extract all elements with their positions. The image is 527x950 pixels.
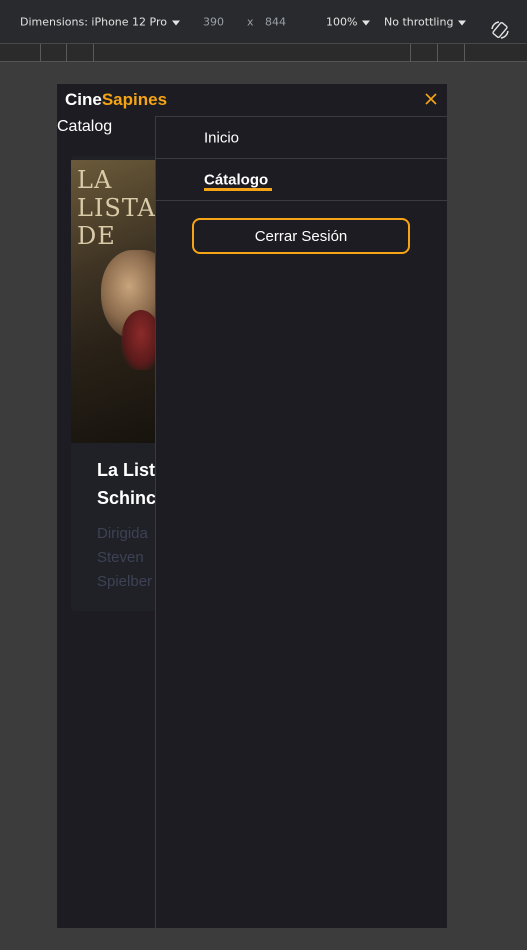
zoom-select-label: 100%	[326, 15, 358, 29]
movie-title: La List Schinc	[97, 456, 156, 512]
chevron-down-icon	[458, 20, 467, 25]
nav-drawer: Inicio Cátalogo Cerrar Sesión	[155, 116, 447, 928]
ruler-mark	[437, 44, 438, 62]
height-input[interactable]: 844	[265, 16, 286, 29]
rotate-button[interactable]	[490, 20, 510, 40]
ruler-mark	[410, 44, 411, 62]
logout-button[interactable]: Cerrar Sesión	[192, 218, 410, 254]
ruler-mark	[66, 44, 67, 62]
active-indicator	[204, 188, 272, 191]
devtools-toolbar-row: Dimensions: iPhone 12 Pro 390 x 844 100%…	[0, 0, 527, 44]
ruler-mark	[93, 44, 94, 62]
ruler-mark	[464, 44, 465, 62]
movie-title-line1: La List	[97, 460, 156, 480]
movie-director-line1: Dirigida	[97, 525, 148, 542]
devtools-device-toolbar: Dimensions: iPhone 12 Pro 390 x 844 100%…	[0, 0, 527, 62]
rotate-icon	[491, 21, 509, 39]
chevron-down-icon	[171, 20, 180, 25]
movie-title-line2: Schinc	[97, 488, 157, 508]
app-header: CineSapines	[57, 84, 447, 116]
phone-viewport: CineSapines Catalog LA LISTA DE La List …	[57, 84, 447, 928]
media-query-ruler	[0, 44, 527, 62]
brand-part2: Sapines	[101, 90, 168, 109]
ruler-mark	[40, 44, 41, 62]
close-menu-button[interactable]	[423, 91, 439, 107]
movie-director: Dirigida Steven Spielber	[97, 522, 152, 594]
device-select-label: Dimensions: iPhone 12 Pro	[20, 15, 167, 29]
chevron-down-icon	[362, 20, 371, 25]
dimension-separator: x	[247, 15, 254, 29]
brand-logo[interactable]: CineSapines	[65, 90, 167, 110]
throttling-select[interactable]: No throttling	[384, 15, 467, 29]
movie-director-line3: Spielber	[97, 573, 153, 590]
page-title: Catalog	[57, 118, 113, 135]
brand-part1: Cine	[65, 90, 102, 109]
movie-director-line2: Steven	[97, 549, 144, 566]
nav-item-inicio[interactable]: Inicio	[156, 117, 447, 159]
zoom-select[interactable]: 100%	[326, 15, 371, 29]
throttling-select-label: No throttling	[384, 15, 454, 29]
nav-item-catalogo[interactable]: Cátalogo	[156, 159, 447, 201]
device-select[interactable]: Dimensions: iPhone 12 Pro	[20, 16, 180, 29]
nav-item-label: Inicio	[204, 129, 240, 146]
width-input[interactable]: 390	[203, 16, 224, 29]
nav-item-label: Cátalogo	[204, 171, 269, 188]
close-icon	[425, 93, 437, 105]
